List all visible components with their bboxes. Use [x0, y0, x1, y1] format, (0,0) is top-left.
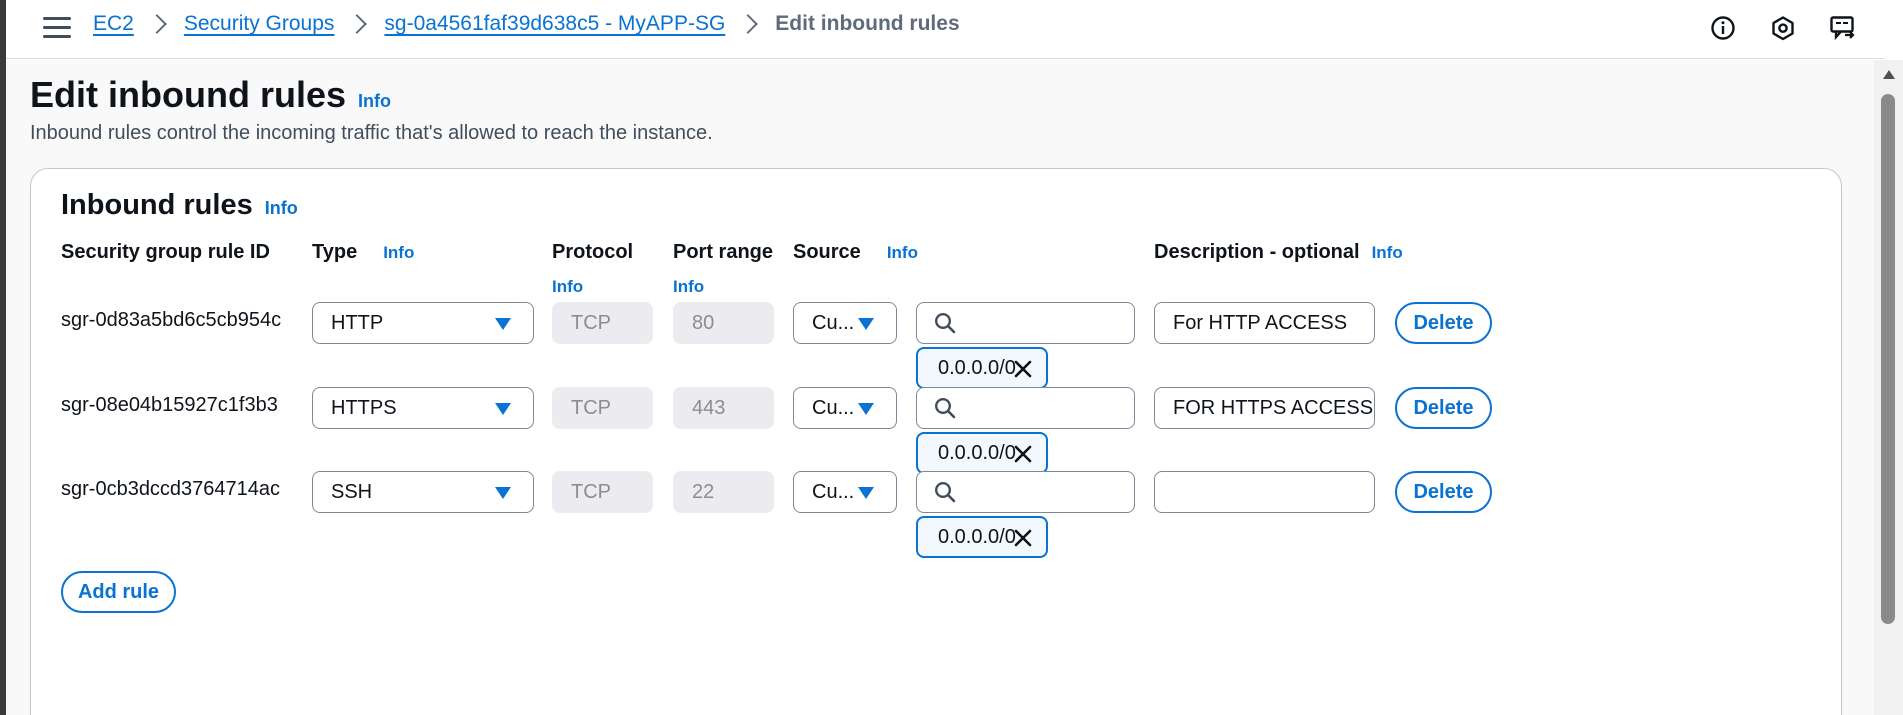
column-header-protocol: Protocol — [552, 241, 633, 264]
source-select[interactable]: Cu... — [793, 387, 897, 429]
rule-id: sgr-08e04b15927c1f3b3 — [61, 394, 278, 416]
column-label: Description - optional — [1154, 241, 1360, 263]
cidr-search-input[interactable] — [916, 471, 1135, 513]
section-title: Inbound rules — [61, 189, 253, 221]
description-input[interactable]: FOR HTTPS ACCESS — [1154, 387, 1375, 429]
caret-down-icon — [495, 318, 511, 330]
section-info-link[interactable]: Info — [265, 198, 298, 219]
port-range-field: 80 — [673, 302, 774, 344]
column-label: Source — [793, 241, 861, 263]
column-label: Protocol — [552, 241, 634, 263]
delete-button[interactable]: Delete — [1395, 302, 1492, 344]
settings-hexagon-icon[interactable] — [1768, 13, 1798, 43]
cidr-token: 0.0.0.0/0 — [916, 516, 1048, 558]
top-icons — [1708, 13, 1858, 43]
caret-down-icon — [858, 403, 874, 415]
source-value: Cu... — [812, 311, 855, 334]
type-value: HTTPS — [331, 396, 397, 419]
source-select[interactable]: Cu... — [793, 302, 897, 344]
cidr-value: 0.0.0.0/0 — [938, 441, 1016, 464]
source-info-link[interactable]: Info — [887, 243, 918, 263]
type-info-link[interactable]: Info — [383, 243, 414, 263]
page-title: Edit inbound rules — [30, 74, 346, 115]
type-select[interactable]: HTTP — [312, 302, 534, 344]
cidr-search-input[interactable] — [916, 387, 1135, 429]
container-header: Inbound rules Info — [61, 189, 298, 222]
feedback-icon[interactable] — [1828, 13, 1858, 43]
page-header: Edit inbound rules Info — [30, 74, 391, 116]
type-select[interactable]: SSH — [312, 471, 534, 513]
delete-button[interactable]: Delete — [1395, 387, 1492, 429]
top-navigation-bar: EC2 Security Groups sg-0a4561faf39d638c5… — [6, 0, 1884, 59]
close-icon[interactable] — [1013, 528, 1033, 548]
column-header-rule-id: Security group rule ID — [61, 241, 270, 264]
cidr-value: 0.0.0.0/0 — [938, 525, 1016, 548]
breadcrumb: EC2 Security Groups sg-0a4561faf39d638c5… — [93, 12, 960, 36]
close-icon[interactable] — [1013, 359, 1033, 379]
description-input[interactable] — [1154, 471, 1375, 513]
cidr-value: 0.0.0.0/0 — [938, 356, 1016, 379]
breadcrumb-security-groups[interactable]: Security Groups — [184, 12, 335, 36]
delete-button[interactable]: Delete — [1395, 471, 1492, 513]
caret-down-icon — [858, 318, 874, 330]
port-range-info-link[interactable]: Info — [673, 277, 704, 297]
search-icon — [934, 481, 956, 503]
cidr-search-input[interactable] — [916, 302, 1135, 344]
page-description: Inbound rules control the incoming traff… — [30, 122, 713, 144]
source-select[interactable]: Cu... — [793, 471, 897, 513]
description-info-link[interactable]: Info — [1372, 243, 1403, 263]
menu-icon[interactable] — [43, 17, 71, 39]
chevron-right-icon — [738, 14, 759, 34]
chevron-right-icon — [146, 14, 167, 34]
type-select[interactable]: HTTPS — [312, 387, 534, 429]
search-icon — [934, 397, 956, 419]
chevron-right-icon — [347, 14, 368, 34]
port-range-field: 22 — [673, 471, 774, 513]
protocol-field: TCP — [552, 471, 653, 513]
column-label: Type — [312, 241, 358, 263]
inbound-rules-container: Inbound rules Info Security group rule I… — [30, 168, 1842, 715]
page-info-link[interactable]: Info — [358, 91, 391, 112]
column-header-description: Description - optional Info — [1154, 241, 1403, 264]
type-value: SSH — [331, 480, 373, 503]
breadcrumb-current: Edit inbound rules — [775, 12, 960, 35]
column-label: Security group rule ID — [61, 241, 270, 263]
add-rule-button[interactable]: Add rule — [61, 571, 176, 613]
caret-down-icon — [495, 403, 511, 415]
rule-id: sgr-0cb3dccd3764714ac — [61, 478, 281, 500]
scroll-up-arrow-icon[interactable] — [1883, 70, 1895, 79]
column-header-port-range: Port range — [673, 241, 773, 264]
scrollbar-thumb[interactable] — [1881, 94, 1895, 624]
protocol-info-link[interactable]: Info — [552, 277, 583, 297]
description-input[interactable]: For HTTP ACCESS — [1154, 302, 1375, 344]
search-icon — [934, 312, 956, 334]
cidr-token: 0.0.0.0/0 — [916, 347, 1048, 389]
type-value: HTTP — [331, 311, 384, 334]
source-value: Cu... — [812, 396, 855, 419]
column-label: Port range — [673, 241, 774, 263]
main-content: Edit inbound rules Info Inbound rules co… — [6, 60, 1874, 715]
breadcrumb-ec2[interactable]: EC2 — [93, 12, 134, 36]
breadcrumb-security-group[interactable]: sg-0a4561faf39d638c5 - MyAPP-SG — [384, 12, 725, 36]
source-value: Cu... — [812, 480, 855, 503]
port-range-field: 443 — [673, 387, 774, 429]
caret-down-icon — [858, 487, 874, 499]
info-icon[interactable] — [1708, 13, 1738, 43]
rule-id: sgr-0d83a5bd6c5cb954c — [61, 309, 282, 331]
column-header-source: Source Info — [793, 241, 918, 264]
protocol-field: TCP — [552, 302, 653, 344]
cidr-token: 0.0.0.0/0 — [916, 432, 1048, 474]
column-header-type: Type Info — [312, 241, 414, 264]
close-icon[interactable] — [1013, 444, 1033, 464]
scrollbar[interactable] — [1874, 60, 1903, 715]
protocol-field: TCP — [552, 387, 653, 429]
caret-down-icon — [495, 487, 511, 499]
